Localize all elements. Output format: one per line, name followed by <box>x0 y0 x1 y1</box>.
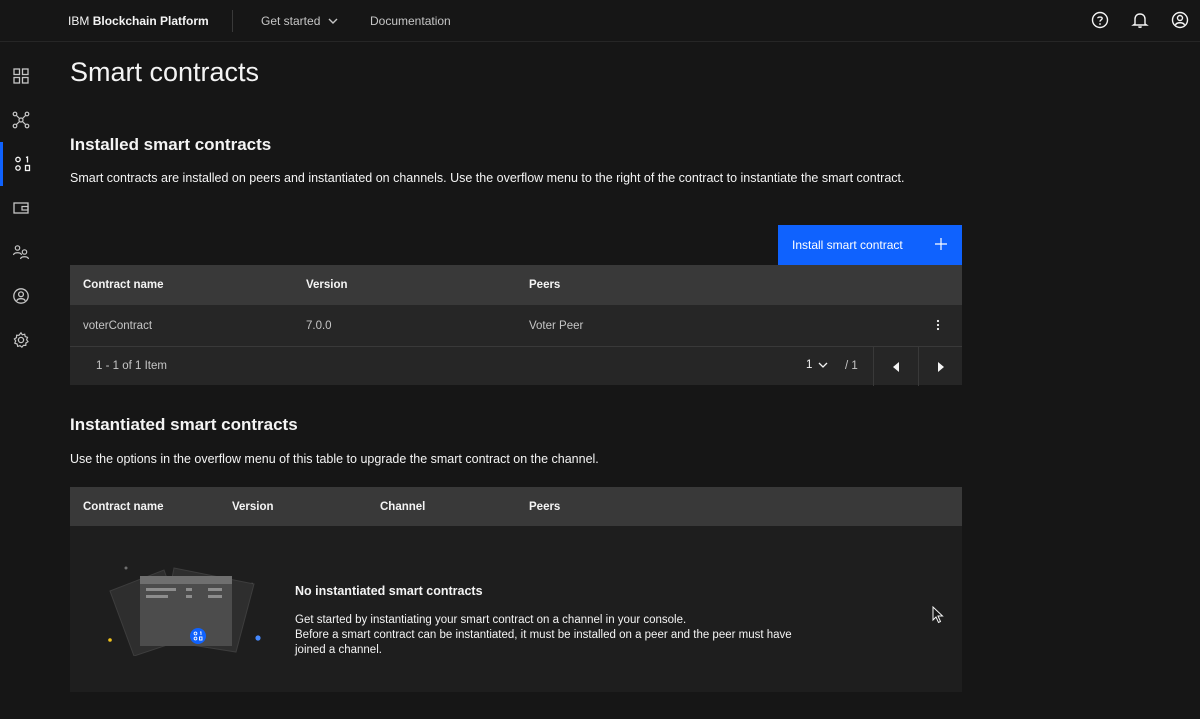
caret-right-icon <box>937 361 944 372</box>
sidenav-organizations[interactable] <box>0 274 42 318</box>
cell-contract-name: voterContract <box>83 319 153 332</box>
empty-state-description: Get started by instantiating your smart … <box>295 613 815 658</box>
install-smart-contract-button[interactable]: Install smart contract <box>778 225 962 265</box>
nav-documentation[interactable]: Documentation <box>370 14 451 28</box>
page-select-value: 1 <box>806 359 813 371</box>
pagination-count: 1 - 1 of 1 Item <box>96 360 167 372</box>
organizations-icon <box>13 288 29 304</box>
column-header-version[interactable]: Version <box>306 279 348 291</box>
instantiated-section-description: Use the options in the overflow menu of … <box>70 452 599 466</box>
installed-section-title: Installed smart contracts <box>70 135 272 154</box>
dashboard-icon <box>13 68 29 84</box>
nav-get-started[interactable]: Get started <box>261 14 338 28</box>
sidenav-dashboard[interactable] <box>0 54 42 98</box>
empty-state-line-2: Before a smart contract can be instantia… <box>295 629 792 656</box>
cell-peers: Voter Peer <box>529 319 584 332</box>
column-header-channel[interactable]: Channel <box>380 501 425 513</box>
sidenav-wallet[interactable] <box>0 186 42 230</box>
overflow-menu-icon[interactable] <box>936 319 940 331</box>
side-nav <box>0 42 42 719</box>
sidenav-users[interactable] <box>0 230 42 274</box>
sidenav-settings[interactable] <box>0 318 42 362</box>
instantiated-section-title: Instantiated smart contracts <box>70 415 298 434</box>
help-icon[interactable] <box>1091 11 1109 29</box>
network-icon <box>12 111 30 129</box>
column-header-peers[interactable]: Peers <box>529 501 560 513</box>
brand-name: Blockchain Platform <box>92 14 209 28</box>
table-row[interactable]: voterContract 7.0.0 Voter Peer <box>70 304 962 346</box>
plus-icon <box>935 238 947 250</box>
settings-icon <box>13 331 29 349</box>
pagination: 1 - 1 of 1 Item 1 / 1 <box>70 346 962 386</box>
notification-icon[interactable] <box>1131 11 1149 29</box>
installed-contracts-table: Contract name Version Peers voterContrac… <box>70 265 962 386</box>
cell-version: 7.0.0 <box>306 319 332 332</box>
chevron-down-icon <box>328 18 338 24</box>
chevron-down-icon <box>818 362 828 368</box>
page-title: Smart contracts <box>70 57 260 87</box>
empty-state-illustration <box>108 566 261 656</box>
column-header-contract-name[interactable]: Contract name <box>83 279 164 291</box>
top-header: IBM Blockchain Platform Get started Docu… <box>0 0 1200 42</box>
caret-left-icon <box>892 361 899 372</box>
table-header: Contract name Version Peers <box>70 265 962 304</box>
mouse-pointer-icon <box>932 606 944 624</box>
next-page-button[interactable] <box>918 347 962 386</box>
wallet-icon <box>13 202 29 214</box>
user-avatar-icon[interactable] <box>1171 11 1189 29</box>
header-divider <box>232 10 233 32</box>
column-header-contract-name[interactable]: Contract name <box>83 501 164 513</box>
users-icon <box>12 245 30 260</box>
brand-prefix: IBM <box>68 14 90 28</box>
install-button-label: Install smart contract <box>792 238 903 252</box>
previous-page-button[interactable] <box>873 347 917 386</box>
empty-state-title: No instantiated smart contracts <box>295 584 483 598</box>
empty-state-line-1: Get started by instantiating your smart … <box>295 614 687 626</box>
column-header-version[interactable]: Version <box>232 501 274 513</box>
page-total: / 1 <box>845 360 858 372</box>
column-header-peers[interactable]: Peers <box>529 279 560 291</box>
sidenav-network[interactable] <box>0 98 42 142</box>
empty-state: No instantiated smart contracts Get star… <box>70 526 962 692</box>
nav-get-started-label: Get started <box>261 14 321 28</box>
page-select[interactable]: 1 <box>806 359 828 371</box>
sidenav-smart-contracts[interactable] <box>0 142 42 186</box>
brand[interactable]: IBM Blockchain Platform <box>68 14 209 28</box>
nav-documentation-label: Documentation <box>370 14 451 28</box>
smart-contracts-icon <box>14 156 30 172</box>
installed-section-description: Smart contracts are installed on peers a… <box>70 171 905 185</box>
table-header: Contract name Version Channel Peers <box>70 487 962 526</box>
instantiated-contracts-table: Contract name Version Channel Peers No i… <box>70 487 962 692</box>
